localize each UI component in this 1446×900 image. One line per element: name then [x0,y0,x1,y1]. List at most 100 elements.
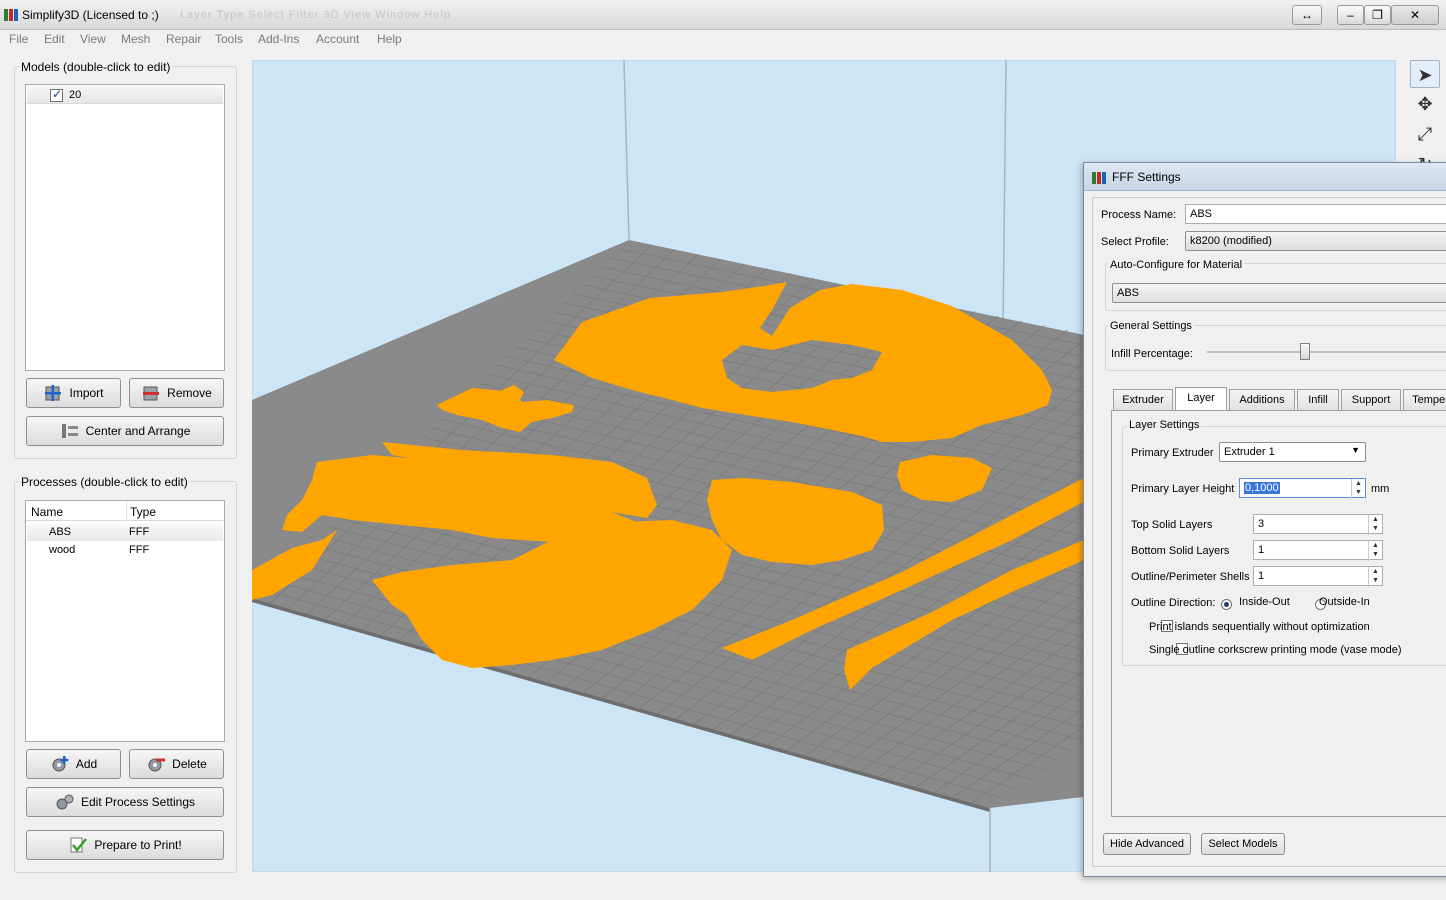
import-button[interactable]: Import [26,378,121,408]
list-item[interactable]: 20 [27,86,223,104]
delete-label: Delete [172,757,207,771]
table-header: Name Type [26,501,224,521]
menu-account[interactable]: Account [316,32,359,46]
tab-infill[interactable]: Infill [1297,389,1339,410]
scale-icon[interactable]: ⤢ [1410,120,1440,148]
menu-file[interactable]: File [9,32,28,46]
arrange-icon [61,424,78,438]
bottom-solid-layers-input[interactable]: 1 ▲ ▼ [1253,540,1383,561]
delete-process-button[interactable]: Delete [129,749,224,779]
tab-additions[interactable]: Additions [1229,389,1295,410]
app-logo-icon [4,9,18,21]
profile-select[interactable]: k8200 (modified) [1185,231,1446,251]
menu-tools[interactable]: Tools [215,32,243,46]
model-checkbox[interactable] [50,87,63,102]
vase-mode-label: Single outline corkscrew printing mode (… [1149,644,1402,656]
edit-process-settings-label: Edit Process Settings [80,795,196,809]
settings-tabs: Extruder Layer Additions Infill Support … [1113,387,1446,411]
infill-slider-track[interactable] [1207,351,1446,353]
models-list[interactable]: 20 [25,84,225,371]
remove-label: Remove [167,386,212,400]
add-gear-icon [52,756,69,772]
infill-slider-thumb[interactable] [1300,343,1310,360]
center-arrange-label: Center and Arrange [85,424,191,438]
tab-layer[interactable]: Layer [1175,387,1227,410]
perimeter-shells-input[interactable]: 1 ▲ ▼ [1253,566,1383,587]
process-name-label: Process Name: [1101,209,1177,221]
spinner-arrows-icon[interactable]: ▲ ▼ [1368,515,1382,535]
chevron-down-icon: ▼ [1351,445,1360,455]
menu-add-ins[interactable]: Add-Ins [258,32,299,46]
column-name-header[interactable]: Name [31,505,63,519]
menu-edit[interactable]: Edit [44,32,65,46]
menu-bar: File Edit View Mesh Repair Tools Add-Ins… [0,30,1446,48]
dialog-title-bar[interactable]: FFF Settings [1084,163,1446,191]
bottom-solid-layers-label: Bottom Solid Layers [1131,545,1230,557]
edit-process-settings-button[interactable]: Edit Process Settings [26,787,224,817]
select-models-button[interactable]: Select Models [1201,833,1285,855]
tab-support[interactable]: Support [1341,389,1401,410]
menu-view[interactable]: View [80,32,106,46]
material-select[interactable]: ABS [1112,283,1446,303]
minimize-button[interactable]: – [1337,5,1364,25]
resize-button[interactable]: ↔ [1292,5,1322,25]
prepare-check-icon [70,837,88,853]
remove-button[interactable]: Remove [129,378,224,408]
general-settings-title: General Settings [1108,320,1194,332]
hide-advanced-button[interactable]: Hide Advanced [1103,833,1191,855]
ghost-menu-text: Layer Type Select Filter 3D View Window … [180,9,452,21]
infill-percentage-label: Infill Percentage: [1111,348,1193,360]
select-arrow-icon[interactable]: ➤ [1410,60,1440,88]
import-label: Import [69,386,104,400]
menu-help[interactable]: Help [377,32,402,46]
layer-height-input[interactable]: 0,1000 ▲ ▼ [1239,478,1366,499]
column-type-header[interactable]: Type [130,505,156,519]
process-type: FFF [129,526,150,538]
maximize-button[interactable]: ❐ [1364,5,1391,25]
layer-height-unit: mm [1371,483,1390,495]
perimeter-shells-value: 1 [1258,570,1265,582]
layer-height-label: Primary Layer Height [1131,483,1235,495]
prepare-to-print-button[interactable]: Prepare to Print! [26,830,224,860]
menu-repair[interactable]: Repair [166,32,201,46]
title-bar: Simplify3D (Licensed to ;) Layer Type Se… [0,0,1446,30]
processes-group-title: Processes (double-click to edit) [19,475,190,489]
spinner-arrows-icon[interactable]: ▲ ▼ [1351,479,1365,499]
process-name-input[interactable]: ABS [1185,204,1446,224]
select-profile-label: Select Profile: [1101,236,1169,248]
process-name: ABS [49,526,72,538]
dialog-title: FFF Settings [1112,170,1181,184]
top-solid-layers-input[interactable]: 3 ▲ ▼ [1253,514,1383,535]
prepare-to-print-label: Prepare to Print! [94,838,182,852]
top-solid-layers-label: Top Solid Layers [1131,519,1213,531]
column-divider [126,501,127,521]
tab-temperature[interactable]: Temper [1403,389,1446,410]
add-process-button[interactable]: Add [26,749,121,779]
menu-mesh[interactable]: Mesh [121,32,150,46]
window-title: Simplify3D (Licensed to ;) [22,8,159,22]
remove-cube-icon [143,386,160,401]
perimeter-shells-label: Outline/Perimeter Shells [1131,571,1250,583]
table-row[interactable]: wood FFF [27,542,223,559]
center-arrange-button[interactable]: Center and Arrange [26,416,224,446]
spinner-arrows-icon[interactable]: ▲ ▼ [1368,541,1382,561]
gears-icon [56,794,74,810]
outside-in-label: Outside-In [1319,596,1370,608]
process-name: wood [49,544,76,556]
layer-settings-title: Layer Settings [1127,419,1202,431]
auto-configure-title: Auto-Configure for Material [1108,259,1245,271]
add-label: Add [75,757,98,771]
processes-table[interactable]: Name Type ABS FFF wood FFF [25,500,225,742]
primary-extruder-select[interactable]: Extruder 1 ▼ [1219,442,1366,462]
outline-direction-label: Outline Direction: [1131,597,1216,609]
tab-extruder[interactable]: Extruder [1113,389,1173,410]
process-type: FFF [129,544,150,556]
layer-height-value: 0,1000 [1244,482,1280,494]
close-button[interactable]: ✕ [1391,5,1439,25]
move-icon[interactable]: ✥ [1410,90,1440,118]
primary-extruder-value: Extruder 1 [1224,446,1275,458]
bottom-solid-layers-value: 1 [1258,544,1265,556]
fff-settings-dialog: FFF Settings Process Name: ABS Select Pr… [1083,162,1446,877]
spinner-arrows-icon[interactable]: ▲ ▼ [1368,567,1382,587]
table-row[interactable]: ABS FFF [27,524,223,541]
